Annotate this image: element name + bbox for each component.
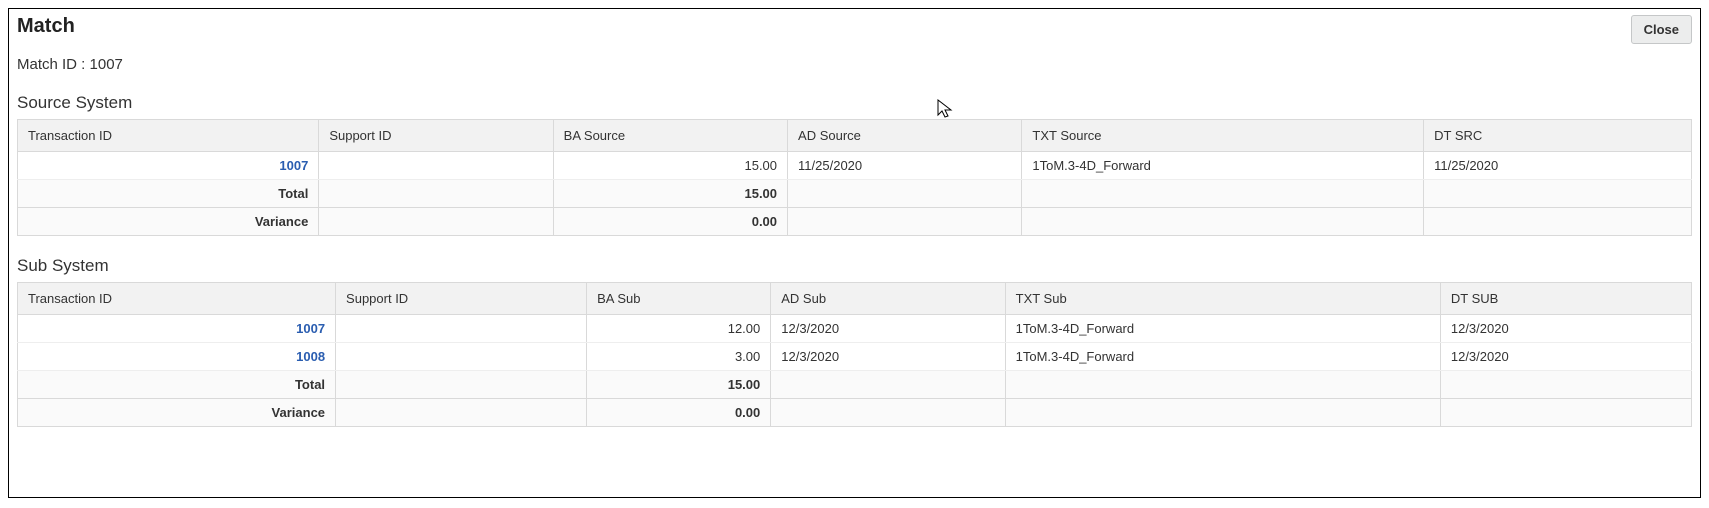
cell-ba: 15.00 [553,152,787,180]
col-ad-source[interactable]: AD Source [788,120,1022,152]
col-ba-source[interactable]: BA Source [553,120,787,152]
cell-support-id [319,152,553,180]
col-ad-sub[interactable]: AD Sub [771,283,1005,315]
table-row: 1008 3.00 12/3/2020 1ToM.3-4D_Forward 12… [18,343,1692,371]
cell-dt: 11/25/2020 [1424,152,1692,180]
cell-ad: 11/25/2020 [788,152,1022,180]
total-ba: 15.00 [587,371,771,399]
transaction-id-link[interactable]: 1008 [296,349,325,364]
total-label: Total [18,371,336,399]
match-id-label: Match ID : 1007 [17,56,1692,73]
variance-ba: 0.00 [587,399,771,427]
col-transaction-id[interactable]: Transaction ID [18,120,319,152]
total-label: Total [18,180,319,208]
transaction-id-link[interactable]: 1007 [279,158,308,173]
sub-system-table: Transaction ID Support ID BA Sub AD Sub … [17,282,1692,427]
total-row: Total 15.00 [18,371,1692,399]
table-row: 1007 12.00 12/3/2020 1ToM.3-4D_Forward 1… [18,315,1692,343]
transaction-id-link[interactable]: 1007 [296,321,325,336]
col-dt-sub[interactable]: DT SUB [1440,283,1691,315]
table-row: 1007 15.00 11/25/2020 1ToM.3-4D_Forward … [18,152,1692,180]
variance-row: Variance 0.00 [18,208,1692,236]
cell-dt: 12/3/2020 [1440,315,1691,343]
cell-txt: 1ToM.3-4D_Forward [1005,343,1440,371]
sub-system-title: Sub System [17,256,1692,276]
total-ba: 15.00 [553,180,787,208]
variance-ba: 0.00 [553,208,787,236]
cell-ba: 12.00 [587,315,771,343]
col-dt-src[interactable]: DT SRC [1424,120,1692,152]
col-support-id[interactable]: Support ID [319,120,553,152]
col-txt-source[interactable]: TXT Source [1022,120,1424,152]
cell-ad: 12/3/2020 [771,343,1005,371]
col-support-id[interactable]: Support ID [336,283,587,315]
variance-label: Variance [18,399,336,427]
variance-label: Variance [18,208,319,236]
cell-ad: 12/3/2020 [771,315,1005,343]
col-txt-sub[interactable]: TXT Sub [1005,283,1440,315]
table-header-row: Transaction ID Support ID BA Source AD S… [18,120,1692,152]
cell-support-id [336,343,587,371]
cell-txt: 1ToM.3-4D_Forward [1022,152,1424,180]
cell-ba: 3.00 [587,343,771,371]
total-row: Total 15.00 [18,180,1692,208]
variance-row: Variance 0.00 [18,399,1692,427]
close-button[interactable]: Close [1631,15,1692,44]
source-system-table: Transaction ID Support ID BA Source AD S… [17,119,1692,236]
cell-dt: 12/3/2020 [1440,343,1691,371]
source-system-title: Source System [17,93,1692,113]
table-header-row: Transaction ID Support ID BA Sub AD Sub … [18,283,1692,315]
page-title: Match [17,15,75,38]
cell-txt: 1ToM.3-4D_Forward [1005,315,1440,343]
col-ba-sub[interactable]: BA Sub [587,283,771,315]
col-transaction-id[interactable]: Transaction ID [18,283,336,315]
cell-support-id [336,315,587,343]
